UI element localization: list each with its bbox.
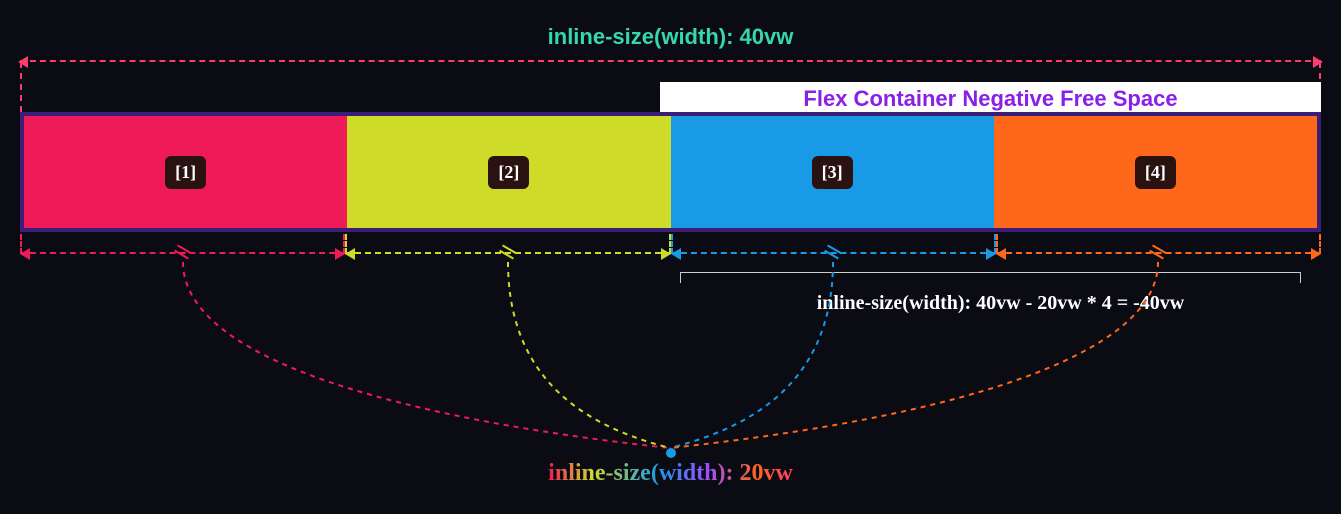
flex-item-1: [1]	[24, 116, 347, 228]
free-space-formula-label: inline-size(width): 40vw - 20vw * 4 = -4…	[680, 292, 1321, 315]
item-width-measures	[20, 252, 1321, 272]
item-width-arrow-1	[20, 252, 345, 254]
container-width-arrow	[20, 60, 1321, 62]
item-width-arrow-2	[345, 252, 670, 254]
diagram-stage: inline-size(width): 40vw Flex Container …	[0, 0, 1341, 514]
free-space-span	[680, 272, 1301, 273]
item-width-label-text: inline-size(width): 20vw	[548, 460, 793, 486]
flex-container: [1] [2] [3] [4]	[20, 112, 1321, 232]
negative-free-space-banner: Flex Container Negative Free Space	[660, 82, 1321, 112]
flex-item-4: [4]	[994, 116, 1317, 228]
item-badge-2: [2]	[488, 156, 529, 189]
item-badge-3: [3]	[812, 156, 853, 189]
item-width-label: inline-size(width): 20vw	[0, 460, 1341, 487]
container-width-label: inline-size(width): 40vw	[0, 24, 1341, 50]
flex-item-3: [3]	[671, 116, 994, 228]
connector-join-dot	[666, 448, 676, 458]
item-badge-4: [4]	[1135, 156, 1176, 189]
item-badge-1: [1]	[165, 156, 206, 189]
item-width-arrow-4	[996, 252, 1321, 254]
item-width-arrow-3	[671, 252, 996, 254]
flex-item-2: [2]	[347, 116, 670, 228]
